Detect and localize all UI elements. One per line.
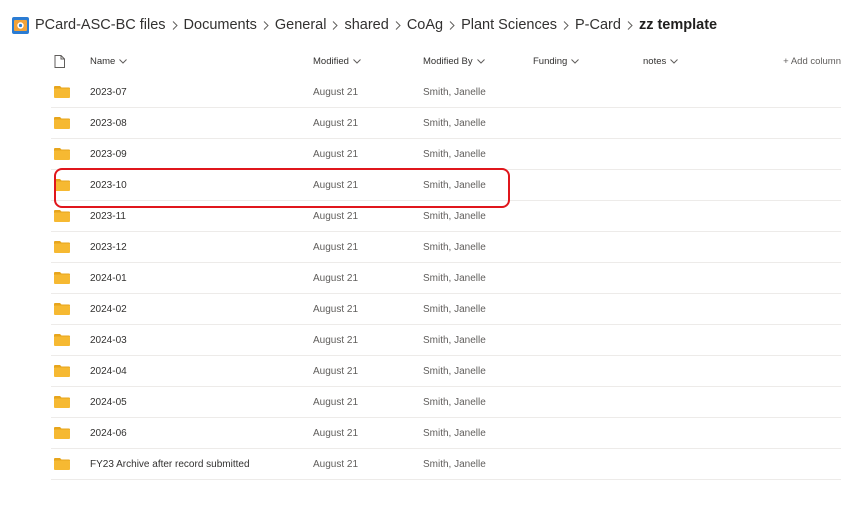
modified-date: August 21	[313, 117, 359, 129]
breadcrumb-items: PCard-ASC-BC files Documents General shared…	[35, 17, 717, 33]
breadcrumb-item[interactable]: PCard-ASC-BC files	[35, 17, 166, 33]
folder-name[interactable]: 2023-08	[90, 118, 313, 129]
folder-name[interactable]: 2023-11	[90, 211, 313, 222]
folder-icon	[51, 272, 90, 284]
modified-by[interactable]: Smith, Janelle	[423, 211, 533, 222]
folder-row[interactable]: 2024-01 August 21 Smith, Janelle	[51, 263, 841, 294]
folder-row[interactable]: FY23 Archive after record submitted Augus…	[51, 449, 841, 480]
chevron-down-icon	[353, 56, 361, 67]
folder-row[interactable]: 2023-11 August 21 Smith, Janelle	[51, 201, 841, 232]
modified-date: August 21	[313, 365, 359, 377]
folder-row[interactable]: 2024-03 August 21 Smith, Janelle	[51, 325, 841, 356]
folder-row[interactable]: 2023-07 August 21 Smith, Janelle	[51, 77, 841, 108]
breadcrumb-item[interactable]: Documents	[184, 17, 257, 33]
folder-icon	[51, 241, 90, 253]
column-header-modified-by[interactable]: Modified By	[423, 56, 533, 67]
breadcrumb-item[interactable]: CoAg	[407, 17, 443, 33]
list-body: 2023-07 August 21 Smith, Janelle 2023-08 Aug…	[51, 77, 841, 480]
modified-by[interactable]: Smith, Janelle	[423, 459, 533, 470]
modified-by[interactable]: Smith, Janelle	[423, 273, 533, 284]
modified-date: August 21	[313, 272, 359, 284]
modified-by[interactable]: Smith, Janelle	[423, 87, 533, 98]
modified-date: August 21	[313, 396, 359, 408]
breadcrumb: PCard-ASC-BC files Documents General shared…	[12, 12, 717, 38]
modified-by[interactable]: Smith, Janelle	[423, 428, 533, 439]
chevron-down-icon	[571, 56, 580, 67]
file-type-icon[interactable]	[51, 54, 90, 68]
folder-name[interactable]: 2024-03	[90, 335, 313, 346]
folder-row[interactable]: 2023-12 August 21 Smith, Janelle	[51, 232, 841, 263]
modified-date: August 21	[313, 86, 359, 98]
modified-date: August 21	[313, 241, 359, 253]
folder-row[interactable]: 2024-05 August 21 Smith, Janelle	[51, 387, 841, 418]
folder-name[interactable]: FY23 Archive after record submitted	[90, 459, 313, 470]
folder-icon	[51, 334, 90, 346]
breadcrumb-item[interactable]: P-Card	[575, 17, 621, 33]
folder-icon	[51, 210, 90, 222]
column-header-notes[interactable]: notes	[643, 56, 753, 67]
modified-by[interactable]: Smith, Janelle	[423, 335, 533, 346]
folder-icon	[51, 148, 90, 160]
folder-row[interactable]: 2024-06 August 21 Smith, Janelle	[51, 418, 841, 449]
breadcrumb-item[interactable]: General	[275, 17, 327, 33]
modified-by[interactable]: Smith, Janelle	[423, 242, 533, 253]
column-header-modified[interactable]: Modified	[313, 56, 423, 67]
chevron-down-icon	[670, 56, 679, 67]
folder-name[interactable]: 2024-01	[90, 273, 313, 284]
folder-icon	[51, 179, 90, 191]
folder-icon	[51, 458, 90, 470]
modified-date: August 21	[313, 427, 359, 439]
folder-row[interactable]: 2023-10 August 21 Smith, Janelle	[51, 170, 841, 201]
breadcrumb-item[interactable]: shared	[344, 17, 388, 33]
chevron-down-icon	[476, 56, 485, 67]
modified-date: August 21	[313, 210, 359, 222]
folder-name[interactable]: 2024-06	[90, 428, 313, 439]
breadcrumb-separator-icon	[627, 20, 633, 30]
folder-name[interactable]: 2023-10	[90, 180, 313, 191]
modified-date: August 21	[313, 303, 359, 315]
modified-by[interactable]: Smith, Janelle	[423, 149, 533, 160]
folder-icon	[51, 427, 90, 439]
folder-icon	[51, 303, 90, 315]
modified-by[interactable]: Smith, Janelle	[423, 366, 533, 377]
modified-by[interactable]: Smith, Janelle	[423, 180, 533, 191]
add-column-button[interactable]: + Add column	[753, 56, 841, 67]
breadcrumb-separator-icon	[332, 20, 339, 30]
column-header-funding[interactable]: Funding	[533, 56, 643, 67]
modified-date: August 21	[313, 334, 359, 346]
modified-date: August 21	[313, 458, 359, 470]
breadcrumb-separator-icon	[263, 20, 269, 30]
folder-icon	[51, 117, 90, 129]
folder-icon	[51, 86, 90, 98]
breadcrumb-separator-icon	[172, 20, 178, 30]
sharepoint-site-icon[interactable]	[12, 16, 29, 34]
modified-by[interactable]: Smith, Janelle	[423, 304, 533, 315]
folder-name[interactable]: 2024-02	[90, 304, 313, 315]
folder-name[interactable]: 2023-09	[90, 149, 313, 160]
list-header: Name Modified Modified By Funding notes …	[51, 45, 841, 77]
folder-row[interactable]: 2023-09 August 21 Smith, Janelle	[51, 139, 841, 170]
folder-row[interactable]: 2023-08 August 21 Smith, Janelle	[51, 108, 841, 139]
modified-date: August 21	[313, 148, 359, 160]
breadcrumb-separator-icon	[563, 20, 569, 30]
folder-icon	[51, 396, 90, 408]
column-header-name[interactable]: Name	[90, 56, 313, 67]
breadcrumb-item[interactable]: zz template	[639, 17, 717, 33]
chevron-down-icon	[119, 56, 128, 67]
folder-name[interactable]: 2024-05	[90, 397, 313, 408]
folder-icon	[51, 365, 90, 377]
modified-by[interactable]: Smith, Janelle	[423, 397, 533, 408]
folder-name[interactable]: 2023-07	[90, 87, 313, 98]
modified-date: August 21	[313, 179, 359, 191]
folder-name[interactable]: 2023-12	[90, 242, 313, 253]
file-list: Name Modified Modified By Funding notes …	[51, 45, 841, 480]
modified-by[interactable]: Smith, Janelle	[423, 118, 533, 129]
folder-row[interactable]: 2024-04 August 21 Smith, Janelle	[51, 356, 841, 387]
breadcrumb-separator-icon	[449, 20, 455, 30]
folder-row[interactable]: 2024-02 August 21 Smith, Janelle	[51, 294, 841, 325]
breadcrumb-item[interactable]: Plant Sciences	[461, 17, 557, 33]
folder-name[interactable]: 2024-04	[90, 366, 313, 377]
breadcrumb-separator-icon	[395, 20, 401, 30]
